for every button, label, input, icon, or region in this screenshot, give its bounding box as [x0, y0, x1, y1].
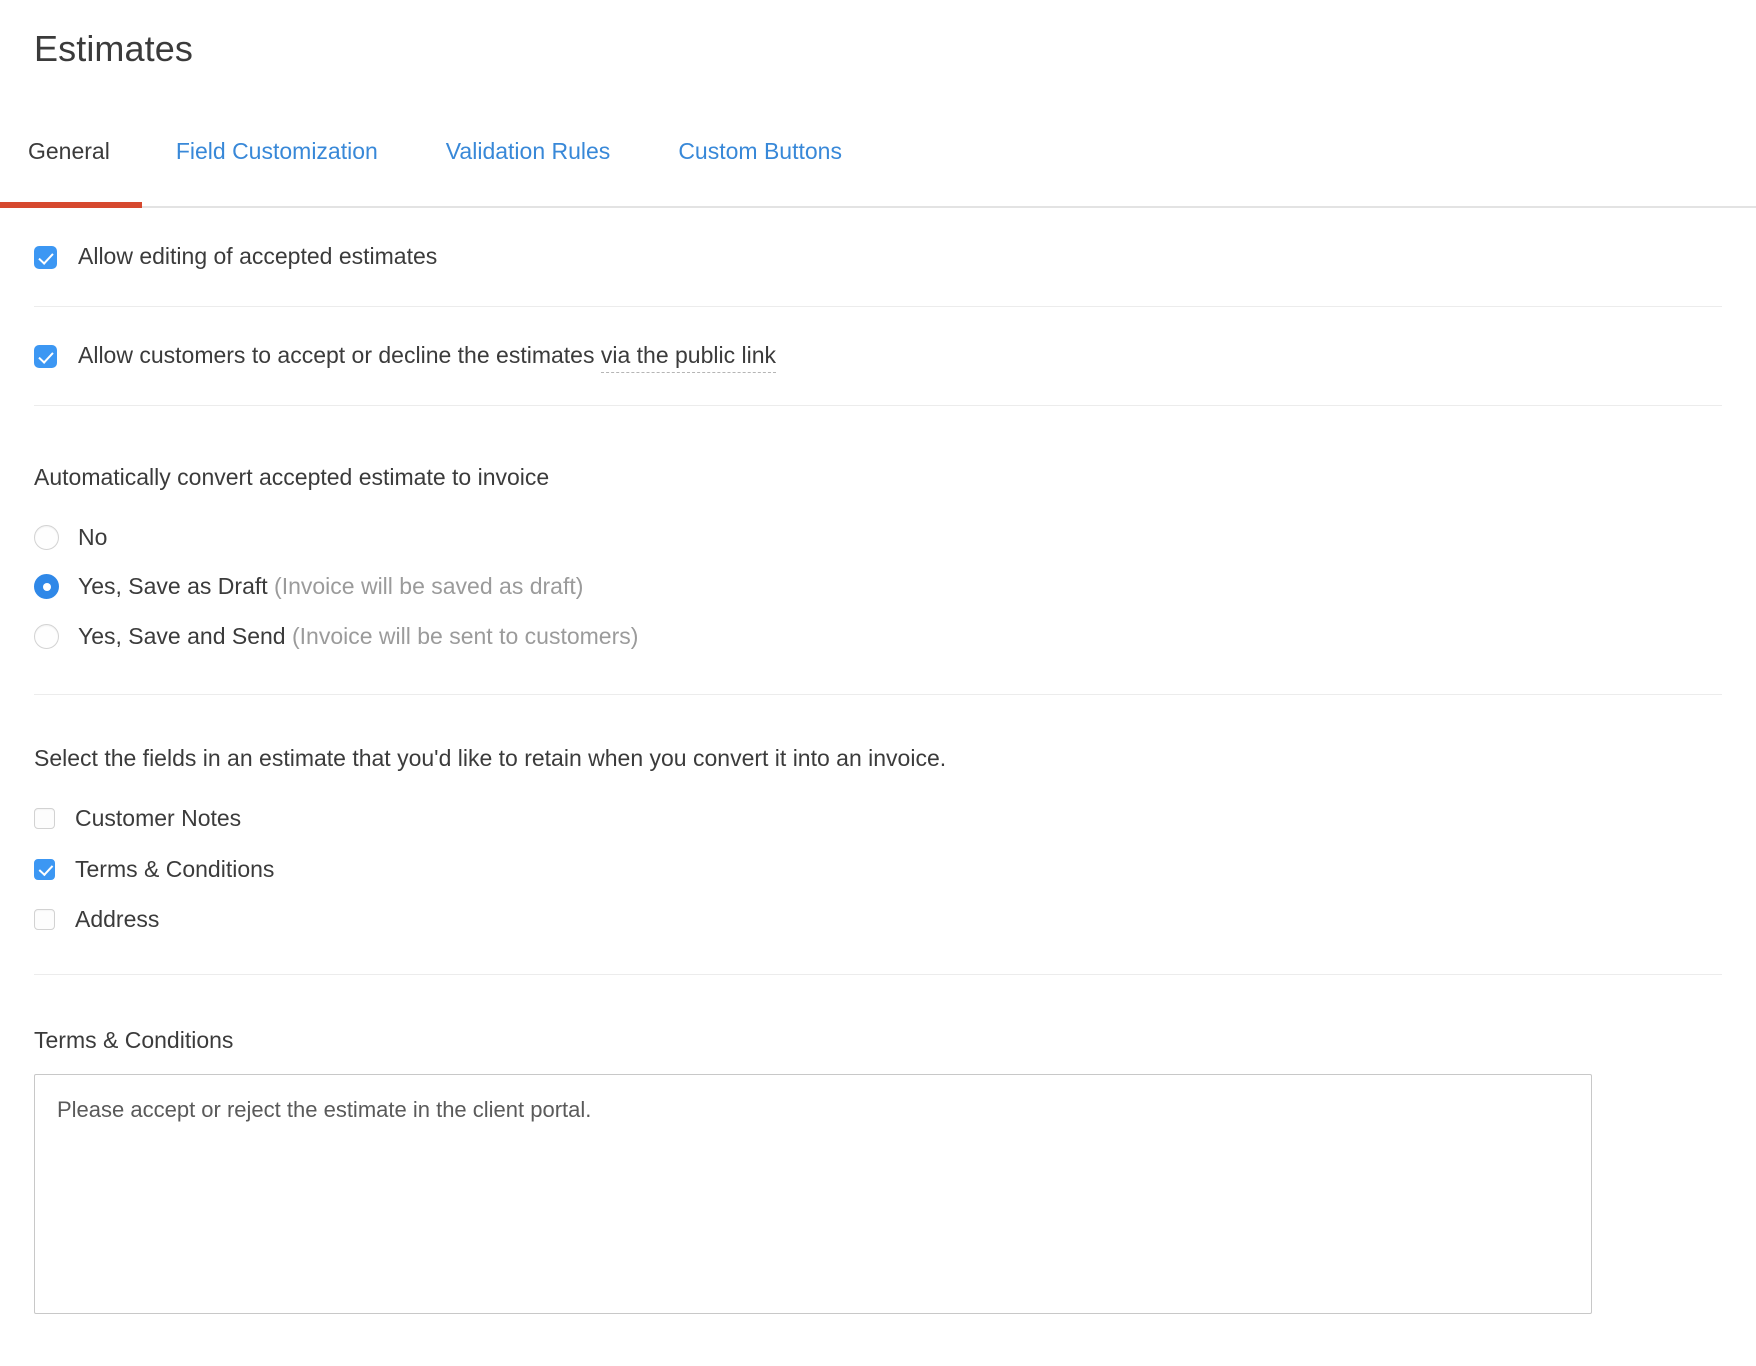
- tab-general-label: General: [28, 138, 110, 164]
- terms-conditions-row: Terms & Conditions Please accept or reje…: [0, 975, 1756, 1319]
- checkbox-allow-editing[interactable]: [34, 245, 57, 269]
- radio-no-label: No: [78, 524, 107, 552]
- retain-field-terms-conditions[interactable]: Terms & Conditions: [34, 856, 1722, 884]
- tab-field-customization-label: Field Customization: [175, 138, 378, 164]
- radio-save-and-send-text: Yes, Save and Send: [78, 622, 286, 649]
- checkbox-terms-conditions[interactable]: [34, 858, 55, 880]
- setting-allow-editing-row: Allow editing of accepted estimates: [0, 208, 1756, 306]
- tab-custom-buttons-label: Custom Buttons: [678, 138, 842, 164]
- tab-custom-buttons[interactable]: Custom Buttons: [644, 134, 876, 208]
- auto-convert-heading: Automatically convert accepted estimate …: [34, 464, 550, 490]
- checkbox-customer-notes[interactable]: [34, 808, 55, 830]
- checkbox-terms-conditions-label: Terms & Conditions: [75, 855, 275, 882]
- checkbox-allow-editing-label: Allow editing of accepted estimates: [78, 243, 438, 270]
- retain-field-address[interactable]: Address: [34, 906, 1722, 934]
- page-title: Estimates: [34, 28, 193, 69]
- tab-validation-rules-label: Validation Rules: [445, 138, 611, 164]
- radio-option-no[interactable]: No: [34, 524, 1722, 552]
- radio-no[interactable]: [34, 524, 59, 550]
- radio-option-save-as-draft[interactable]: Yes, Save as Draft (Invoice will be save…: [34, 573, 1722, 601]
- radio-save-and-send-hint: (Invoice will be sent to customers): [292, 622, 639, 649]
- radio-save-as-draft-text: Yes, Save as Draft: [78, 573, 268, 600]
- checkbox-address-label: Address: [75, 906, 160, 933]
- checkbox-allow-public-accept-text: Allow customers to accept or decline the…: [78, 342, 595, 369]
- retain-field-customer-notes[interactable]: Customer Notes: [34, 805, 1722, 833]
- radio-save-and-send[interactable]: [34, 624, 59, 650]
- settings-content: Allow editing of accepted estimates Allo…: [0, 208, 1756, 1319]
- tab-general[interactable]: General: [0, 134, 142, 208]
- public-link-tooltip[interactable]: via the public link: [600, 342, 777, 374]
- checkbox-customer-notes-label: Customer Notes: [75, 804, 242, 831]
- radio-save-and-send-label: Yes, Save and Send (Invoice will be sent…: [78, 623, 638, 651]
- radio-no-text: No: [78, 523, 108, 550]
- radio-save-as-draft-label: Yes, Save as Draft (Invoice will be save…: [78, 573, 583, 601]
- tab-validation-rules[interactable]: Validation Rules: [412, 134, 645, 208]
- terms-conditions-textarea[interactable]: Please accept or reject the estimate in …: [34, 1073, 1592, 1314]
- setting-allow-public-accept-row: Allow customers to accept or decline the…: [0, 307, 1756, 405]
- checkbox-address[interactable]: [34, 909, 55, 931]
- retain-fields-heading: Select the fields in an estimate that yo…: [34, 745, 947, 772]
- radio-save-as-draft[interactable]: [34, 574, 59, 600]
- tab-field-customization[interactable]: Field Customization: [142, 134, 412, 208]
- checkbox-allow-public-accept[interactable]: [34, 344, 57, 368]
- setting-auto-convert-row: Automatically convert accepted estimate …: [0, 406, 1756, 694]
- checkbox-allow-public-accept-label: Allow customers to accept or decline the…: [78, 342, 777, 374]
- radio-save-as-draft-hint: (Invoice will be saved as draft): [274, 573, 584, 600]
- tab-bar: General Field Customization Validation R…: [0, 134, 1756, 208]
- setting-retain-fields-row: Select the fields in an estimate that yo…: [0, 695, 1756, 973]
- radio-option-save-and-send[interactable]: Yes, Save and Send (Invoice will be sent…: [34, 623, 1722, 651]
- terms-conditions-label: Terms & Conditions: [34, 1026, 234, 1053]
